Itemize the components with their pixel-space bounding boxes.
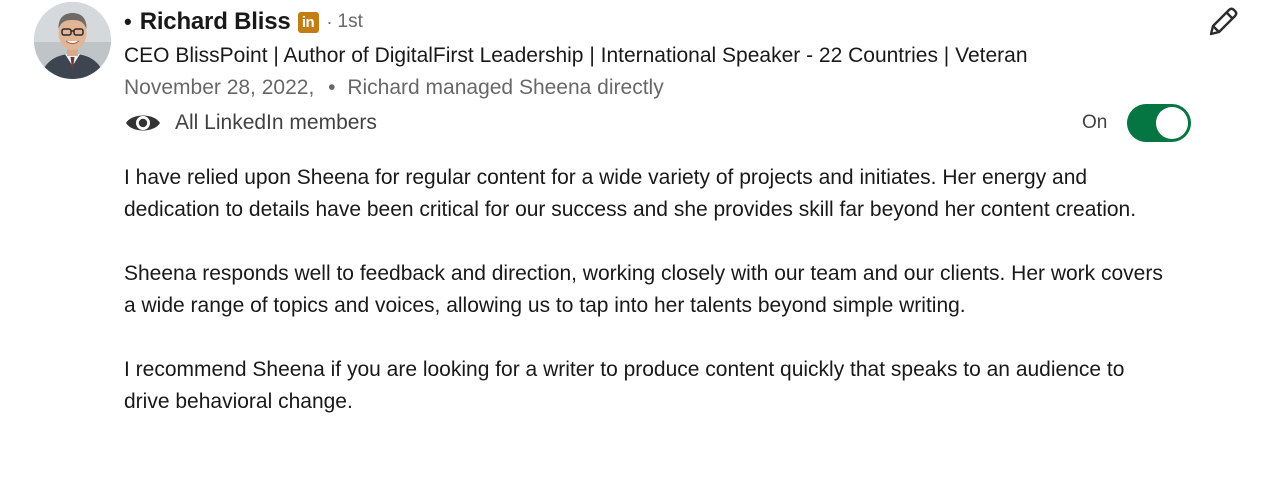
avatar[interactable] — [34, 2, 111, 79]
visibility-toggle[interactable] — [1127, 104, 1192, 142]
connection-degree: 1st — [337, 11, 363, 32]
separator-dot: · — [326, 11, 333, 32]
meta-separator: • — [328, 76, 336, 99]
toggle-state-label: On — [1082, 112, 1108, 133]
recommendation-meta: November 28, 2022, • Richard managed She… — [124, 73, 664, 103]
recommender-header: • Richard Bliss in · 1st — [124, 6, 363, 38]
recommendation-paragraph: Sheena responds well to feedback and dir… — [124, 262, 1163, 317]
avatar-photo — [34, 2, 111, 79]
visibility-toggle-group: On — [1082, 104, 1192, 142]
visibility-label: All LinkedIn members — [175, 111, 377, 134]
eye-icon — [124, 107, 162, 139]
bullet: • — [124, 9, 132, 34]
recommender-headline: CEO BlissPoint | Author of DigitalFirst … — [124, 44, 1028, 67]
recommender-name[interactable]: Richard Bliss — [140, 8, 291, 36]
pencil-icon — [1209, 7, 1238, 36]
edit-button[interactable] — [1202, 3, 1244, 41]
recommendation-text: I have relied upon Sheena for regular co… — [124, 162, 1164, 450]
linkedin-badge-icon: in — [297, 11, 319, 33]
recommendation-paragraph: I recommend Sheena if you are looking fo… — [124, 358, 1125, 413]
recommendation-date: November 28, 2022, — [124, 76, 315, 99]
relationship-text: Richard managed Sheena directly — [347, 76, 664, 99]
recommendation-paragraph: I have relied upon Sheena for regular co… — [124, 166, 1137, 221]
visibility-row: All LinkedIn members — [124, 107, 377, 139]
toggle-knob — [1156, 107, 1189, 139]
